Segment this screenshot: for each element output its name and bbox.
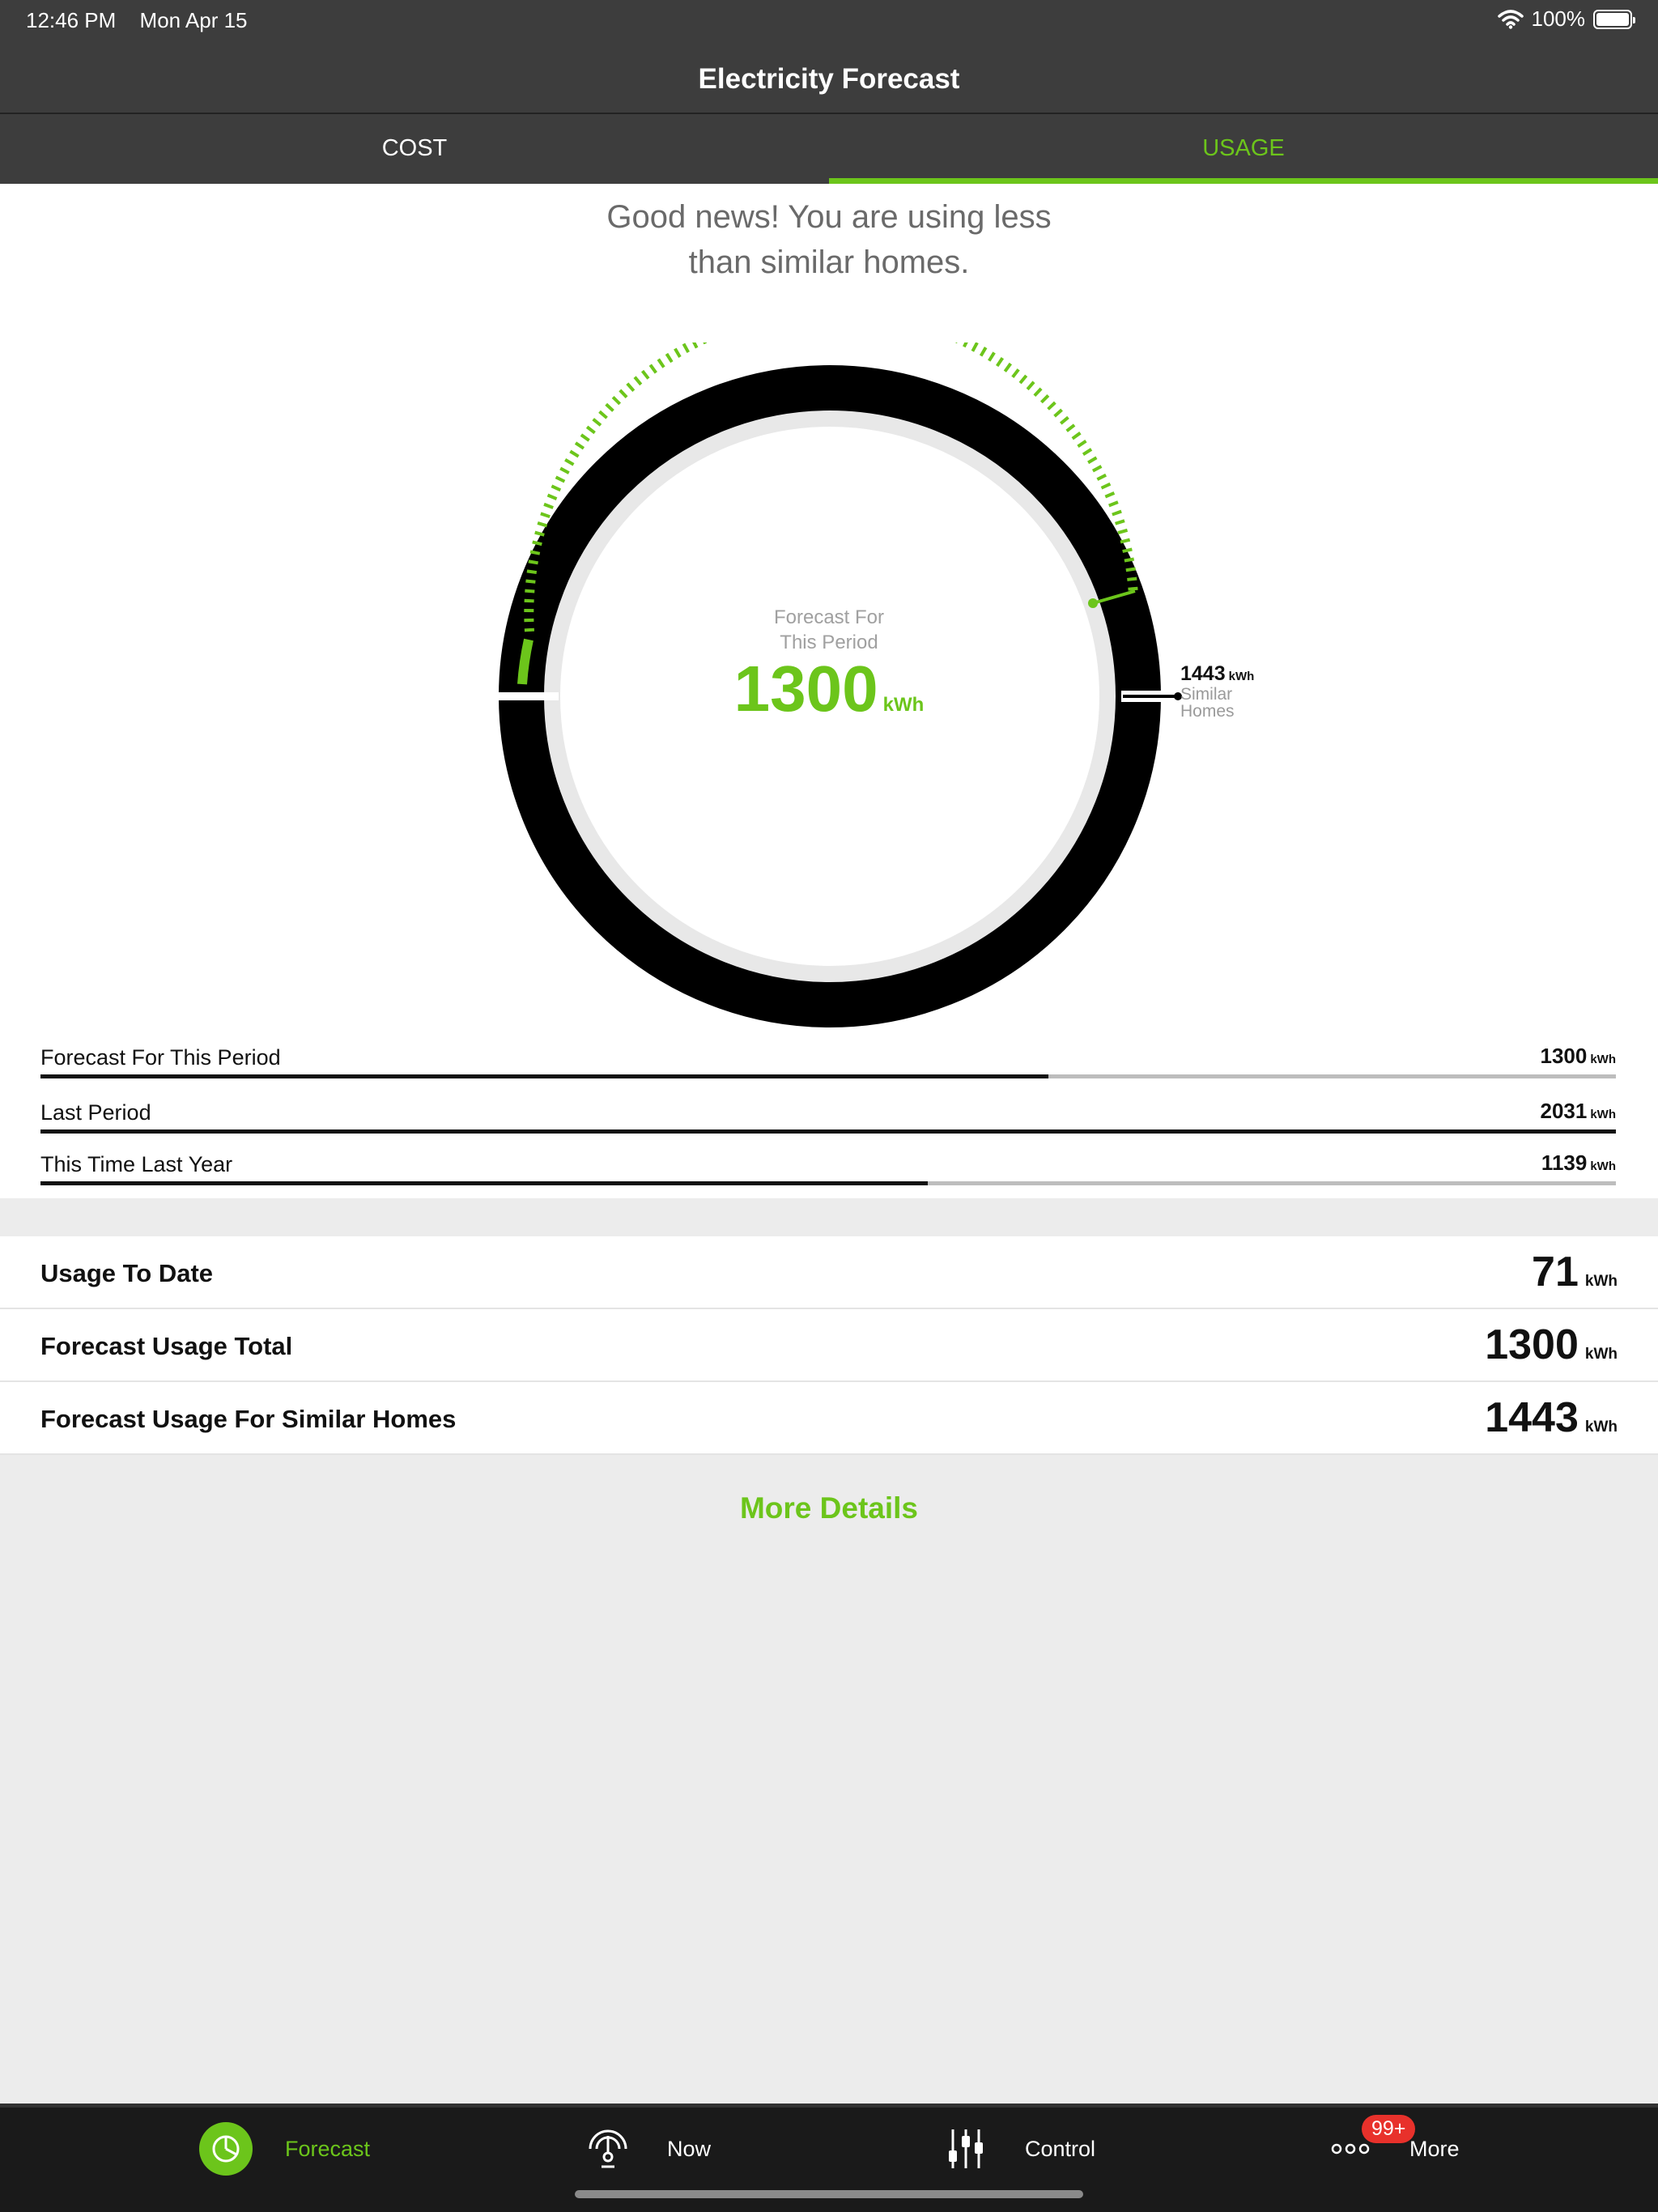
summary-value: 1300 kWh <box>1485 1321 1618 1368</box>
summary-label: Forecast Usage For Similar Homes <box>40 1405 457 1433</box>
similar-homes-text-1: Similar <box>1180 685 1233 704</box>
summary-value: 1443 kWh <box>1485 1394 1618 1441</box>
wifi-icon <box>1497 9 1524 29</box>
nav-label: Now <box>667 2136 712 2161</box>
summary-row-forecast-total: Forecast Usage Total 1300 kWh <box>0 1309 1658 1382</box>
nav-now[interactable]: Now <box>581 2122 711 2176</box>
tab-usage[interactable]: USAGE <box>829 114 1658 184</box>
comparison-label: Forecast For This Period <box>40 1045 281 1070</box>
summary-label: Usage To Date <box>40 1259 214 1287</box>
gauge-needle-dot <box>1088 598 1098 608</box>
nav-label: Forecast <box>285 2136 371 2161</box>
similar-homes-text-2: Homes <box>1180 702 1235 721</box>
gauge-label-line-1: Forecast For <box>773 606 885 628</box>
gauge-value-number: 1300 <box>733 653 878 725</box>
nav-label: Control <box>1025 2136 1096 2161</box>
notification-badge: 99+ <box>1362 2115 1416 2143</box>
top-bar: 12:46 PM Mon Apr 15 100% Electricity For… <box>0 0 1658 113</box>
comparison-bar-fill <box>40 1181 928 1185</box>
battery-percent: 100% <box>1531 6 1586 31</box>
comparison-bar-track <box>40 1181 1616 1185</box>
similar-homes-value: 1443 kWh <box>1180 662 1254 686</box>
gauge-start-gap <box>494 692 559 700</box>
headline-message: Good news! You are using less than simil… <box>0 194 1658 285</box>
comparison-bar-fill <box>40 1129 1616 1134</box>
summary-row-usage-to-date: Usage To Date 71 kWh <box>0 1236 1658 1309</box>
gauge-value: 1300 kWh <box>667 655 991 739</box>
comparison-label: This Time Last Year <box>40 1152 233 1176</box>
similar-homes-unit: kWh <box>1228 670 1255 683</box>
comparison-bar-track <box>40 1129 1616 1134</box>
comparison-value: 1139 kWh <box>1541 1151 1616 1175</box>
battery-icon <box>1593 9 1635 29</box>
summary-row-similar-homes: Forecast Usage For Similar Homes 1443 kWh <box>0 1382 1658 1455</box>
home-indicator[interactable] <box>575 2190 1083 2198</box>
similar-homes-label: 1443 kWh Similar Homes <box>1180 662 1254 720</box>
tab-bar: COST USAGE <box>0 113 1658 184</box>
status-date: Mon Apr 15 <box>139 8 248 32</box>
tab-cost[interactable]: COST <box>0 114 829 184</box>
gauge-label-line-2: This Period <box>780 632 878 653</box>
status-bar-right: 100% <box>1497 6 1635 32</box>
comparison-value: 2031 kWh <box>1540 1099 1616 1123</box>
forecast-panel: Good news! You are using less than simil… <box>0 184 1658 1198</box>
gauge-value-unit: kWh <box>882 694 925 716</box>
status-bar-left: 12:46 PM Mon Apr 15 <box>26 8 266 33</box>
gauge-icon <box>581 2122 635 2176</box>
summary-label: Forecast Usage Total <box>40 1332 293 1360</box>
headline-line-2: than similar homes. <box>688 245 970 280</box>
usage-summary: Usage To Date 71 kWh Forecast Usage Total… <box>0 1236 1658 1455</box>
sliders-icon <box>939 2122 993 2176</box>
comparison-bar-fill <box>40 1074 1049 1078</box>
status-time: 12:46 PM <box>26 8 117 32</box>
nav-control[interactable]: Control <box>939 2122 1095 2176</box>
summary-value: 71 kWh <box>1532 1249 1618 1295</box>
comparison-bar-track <box>40 1074 1616 1078</box>
nav-label: More <box>1409 2136 1460 2161</box>
nav-forecast[interactable]: Forecast <box>199 2122 370 2176</box>
similar-homes-number: 1443 <box>1180 662 1226 685</box>
gauge-center: Forecast For This Period 1300 kWh <box>667 605 991 739</box>
comparison-label: Last Period <box>40 1100 151 1125</box>
forecast-pie-icon <box>199 2122 253 2176</box>
more-details-link[interactable]: More Details <box>0 1491 1658 1525</box>
headline-line-1: Good news! You are using less <box>606 199 1052 235</box>
page-title: Electricity Forecast <box>698 63 960 95</box>
comparison-value: 1300 kWh <box>1540 1044 1616 1068</box>
